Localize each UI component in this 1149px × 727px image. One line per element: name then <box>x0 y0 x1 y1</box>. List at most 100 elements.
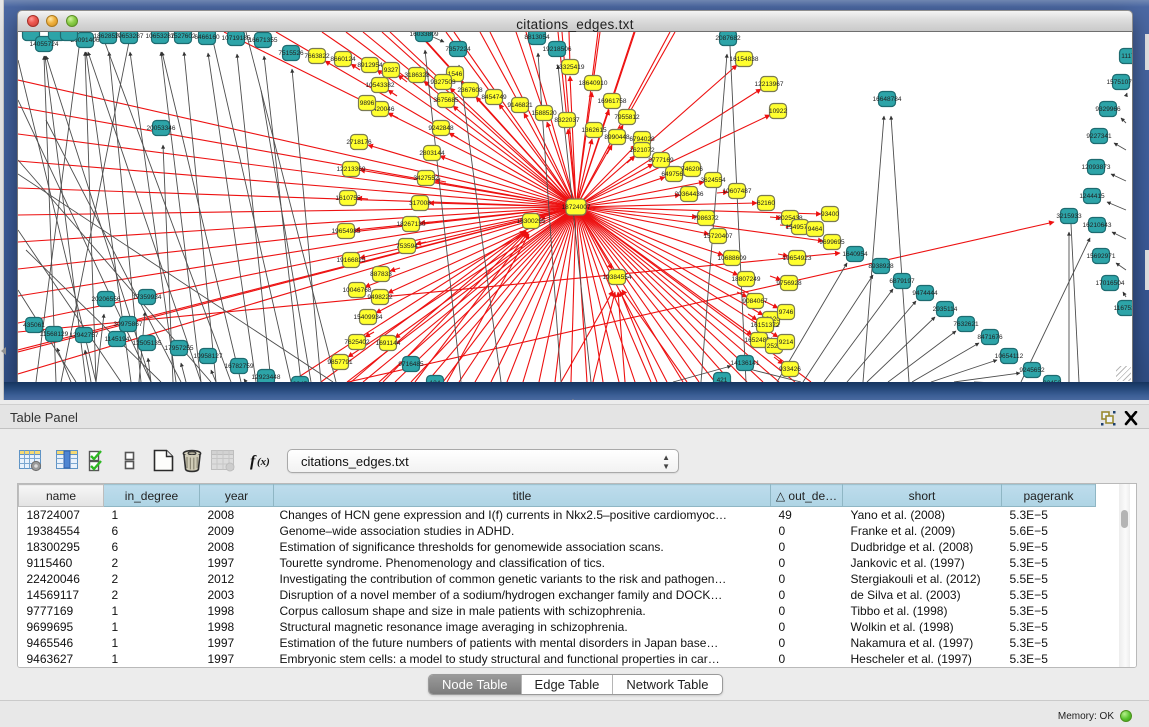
svg-text:10958127: 10958127 <box>194 353 223 360</box>
svg-text:1640954: 1640954 <box>842 251 868 258</box>
svg-text:20364436: 20364436 <box>675 191 704 198</box>
svg-text:8322037: 8322037 <box>554 117 580 124</box>
svg-text:18300295: 18300295 <box>517 218 546 225</box>
svg-text:17957255: 17957255 <box>165 345 194 352</box>
svg-text:9227341: 9227341 <box>1086 133 1112 140</box>
svg-text:20206556: 20206556 <box>92 296 121 303</box>
svg-text:10688609: 10688609 <box>718 255 747 262</box>
svg-text:9245: 9245 <box>293 381 308 382</box>
svg-text:12213369: 12213369 <box>337 166 366 173</box>
svg-text:2087682: 2087682 <box>715 35 741 42</box>
svg-text:11568129: 11568129 <box>40 331 69 338</box>
svg-text:9327: 9327 <box>384 67 399 74</box>
svg-text:10046768: 10046768 <box>343 287 372 294</box>
svg-text:1691144: 1691144 <box>376 340 401 347</box>
svg-text:10653287: 10653287 <box>115 33 144 40</box>
svg-text:19384554: 19384554 <box>603 274 632 281</box>
svg-text:1117: 1117 <box>1121 53 1133 60</box>
svg-text:2803144: 2803144 <box>419 150 445 157</box>
svg-text:18640910: 18640910 <box>579 80 608 87</box>
svg-text:9756928: 9756928 <box>776 280 802 287</box>
svg-text:887833: 887833 <box>370 271 392 278</box>
svg-text:93400: 93400 <box>821 211 839 218</box>
svg-text:(x): (x) <box>257 456 270 468</box>
svg-text:8938928: 8938928 <box>868 263 894 270</box>
svg-text:16671355: 16671355 <box>249 37 278 44</box>
svg-text:92450: 92450 <box>1043 380 1061 382</box>
svg-text:15720407: 15720407 <box>704 233 733 240</box>
svg-text:3215933: 3215933 <box>1056 213 1082 220</box>
svg-text:10607487: 10607487 <box>723 188 752 195</box>
svg-text:9498222: 9498222 <box>367 294 393 301</box>
svg-text:9329966: 9329966 <box>1095 106 1121 113</box>
svg-text:19654923: 19654923 <box>783 255 812 262</box>
svg-text:15751074: 15751074 <box>1107 79 1133 86</box>
svg-text:16648784: 16648784 <box>873 96 902 103</box>
svg-text:9716485: 9716485 <box>398 361 424 368</box>
svg-text:1588520: 1588520 <box>531 110 557 117</box>
svg-text:8660124: 8660124 <box>330 56 356 63</box>
svg-text:10543382: 10543382 <box>366 82 395 89</box>
svg-text:18807249: 18807249 <box>732 276 761 283</box>
svg-text:6466160: 6466160 <box>194 34 220 41</box>
svg-text:753594: 753594 <box>396 243 418 250</box>
svg-text:3186328: 3186328 <box>404 72 430 79</box>
svg-text:18267130: 18267130 <box>397 221 426 228</box>
svg-text:1244415: 1244415 <box>1079 193 1105 200</box>
svg-text:16151372: 16151372 <box>751 322 780 329</box>
svg-text:2935114: 2935114 <box>933 306 958 313</box>
svg-text:12942757: 12942757 <box>70 332 99 339</box>
svg-text:3624554: 3624554 <box>700 177 726 184</box>
svg-text:1167530: 1167530 <box>1114 305 1133 312</box>
svg-text:933426: 933426 <box>779 366 801 373</box>
svg-text:12923448: 12923448 <box>252 374 281 381</box>
svg-text:7986372: 7986372 <box>693 215 719 222</box>
svg-text:16154838: 16154838 <box>730 56 759 63</box>
svg-text:9084067: 9084067 <box>742 298 768 305</box>
svg-text:f: f <box>250 453 257 470</box>
svg-text:6879197: 6879197 <box>889 278 915 285</box>
svg-text:12093873: 12093873 <box>1082 164 1111 171</box>
svg-text:16782759: 16782759 <box>225 363 254 370</box>
svg-text:9214: 9214 <box>779 339 794 346</box>
svg-text:17016504: 17016504 <box>1096 280 1125 287</box>
svg-text:8990448: 8990448 <box>604 134 630 141</box>
svg-text:1610755: 1610755 <box>335 195 361 202</box>
svg-text:13325419: 13325419 <box>556 64 585 71</box>
svg-text:12505135: 12505135 <box>133 340 162 347</box>
svg-text:124: 124 <box>430 380 441 382</box>
svg-text:9474444: 9474444 <box>912 290 938 297</box>
svg-text:9245652: 9245652 <box>1019 367 1045 374</box>
svg-text:421: 421 <box>717 377 728 382</box>
svg-text:8813054: 8813054 <box>524 34 550 41</box>
svg-text:9699695: 9699695 <box>819 239 845 246</box>
svg-text:1362615: 1362615 <box>581 127 607 134</box>
svg-text:9146821: 9146821 <box>507 102 533 109</box>
svg-text:435061: 435061 <box>23 322 45 329</box>
svg-text:14136141: 14136141 <box>731 360 760 367</box>
svg-text:2718176: 2718176 <box>346 139 372 146</box>
svg-text:1145194: 1145194 <box>105 336 130 343</box>
svg-text:7515526: 7515526 <box>278 50 304 57</box>
svg-text:7632621: 7632621 <box>953 321 979 328</box>
svg-text:17359934: 17359934 <box>133 294 162 301</box>
svg-text:7625402: 7625402 <box>344 339 370 346</box>
svg-text:18724007: 18724007 <box>562 204 591 211</box>
svg-text:19218506: 19218506 <box>543 46 572 53</box>
svg-text:19166825: 19166825 <box>337 257 366 264</box>
svg-text:3675685: 3675685 <box>433 97 459 104</box>
svg-text:15409934: 15409934 <box>354 314 383 321</box>
svg-text:9242848: 9242848 <box>428 125 454 132</box>
svg-text:7955812: 7955812 <box>614 114 640 121</box>
svg-text:20053346: 20053346 <box>147 125 176 132</box>
svg-text:3427552: 3427552 <box>413 175 439 182</box>
svg-text:15692971: 15692971 <box>1087 253 1116 260</box>
svg-text:8471676: 8471676 <box>977 334 1003 341</box>
svg-text:746206: 746206 <box>681 166 703 173</box>
svg-text:10719185: 10719185 <box>222 35 251 42</box>
svg-text:9777169: 9777169 <box>648 157 674 164</box>
svg-text:1527602: 1527602 <box>170 33 196 40</box>
svg-text:8454749: 8454749 <box>481 94 507 101</box>
svg-text:2367608: 2367608 <box>457 87 483 94</box>
svg-text:30975867: 30975867 <box>114 321 143 328</box>
